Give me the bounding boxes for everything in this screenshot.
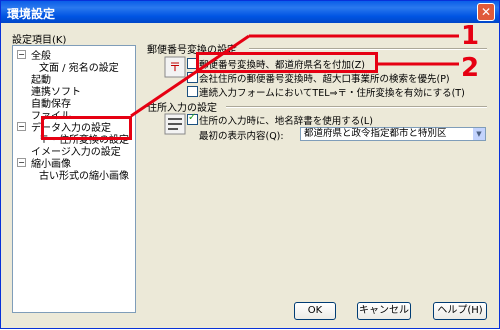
callout-number-2: 2 — [461, 53, 480, 83]
settings-dialog: 環境設定 ✕ 設定項目(K) − 全般 文面 / 宛名の設定 起動 連携ソフト … — [0, 0, 500, 329]
callout-lines — [130, 34, 459, 118]
callout-number-1: 1 — [461, 21, 480, 51]
